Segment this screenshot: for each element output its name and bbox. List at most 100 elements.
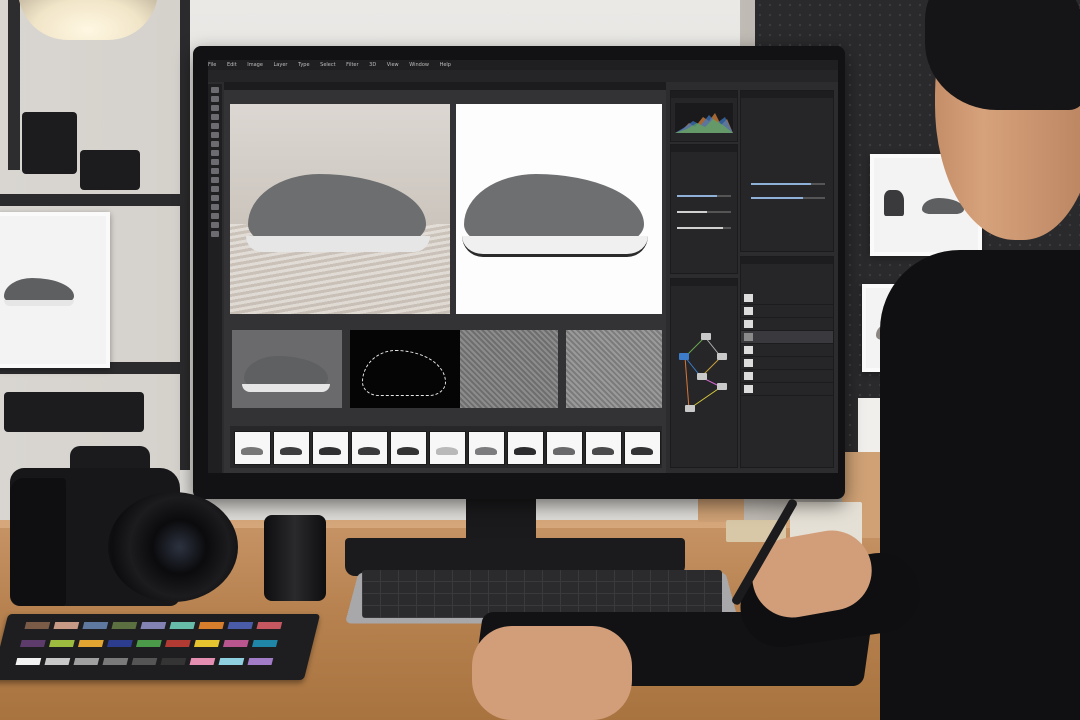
swatch (227, 622, 254, 629)
hand-tool-icon[interactable] (211, 222, 219, 228)
layer-row[interactable] (741, 292, 833, 305)
zoom-tool-icon[interactable] (211, 231, 219, 237)
layer-row[interactable] (741, 344, 833, 357)
sneaker-sole (462, 236, 648, 257)
pen-tool-icon[interactable] (211, 195, 219, 201)
swatch (218, 658, 245, 665)
swatch (223, 640, 249, 647)
sneaker (319, 447, 341, 455)
graph-node[interactable] (697, 373, 707, 380)
step-thumbnail-texture-detail[interactable] (566, 330, 662, 408)
dodge-tool-icon[interactable] (211, 186, 219, 192)
original-photo[interactable] (230, 104, 450, 314)
lens-on-shelf (22, 112, 77, 174)
swatch (160, 658, 187, 665)
histogram-graph (675, 103, 733, 133)
sneaker (553, 447, 575, 455)
slider-fill (677, 211, 707, 213)
crop-tool-icon[interactable] (211, 123, 219, 129)
gradient-tool-icon[interactable] (211, 177, 219, 183)
slider-fill (751, 183, 811, 185)
stamp-tool-icon[interactable] (211, 159, 219, 165)
swatch (107, 640, 133, 647)
menu-item[interactable]: Filter (346, 62, 358, 68)
sneaker-print (0, 212, 110, 368)
slider-fill (751, 197, 803, 199)
move-tool-icon[interactable] (211, 87, 219, 93)
film-frame[interactable] (507, 431, 544, 465)
graph-node[interactable] (717, 383, 727, 390)
film-frame[interactable] (546, 431, 583, 465)
menu-item[interactable]: Image (247, 62, 263, 68)
slider-fill (677, 227, 723, 229)
layer-row[interactable] (741, 383, 833, 396)
film-frame[interactable] (585, 431, 622, 465)
camera-grip (10, 478, 66, 606)
histogram-panel (670, 90, 738, 142)
panel-title (741, 91, 833, 98)
sneaker (280, 447, 302, 455)
left-hand (472, 626, 632, 720)
step-thumbnail-texture[interactable] (460, 330, 558, 408)
marquee-tool-icon[interactable] (211, 96, 219, 102)
graph-node[interactable] (685, 405, 695, 412)
gear-on-shelf (4, 392, 144, 432)
layer-row[interactable] (741, 370, 833, 383)
lasso-tool-icon[interactable] (211, 105, 219, 111)
step-thumbnail-mask[interactable] (350, 330, 460, 408)
swatch (140, 622, 167, 629)
panel-title (671, 91, 737, 98)
sneaker-sole (246, 236, 430, 252)
selection-outline (362, 350, 446, 396)
layer-row[interactable] (741, 318, 833, 331)
color-checker-card (0, 614, 321, 680)
heal-tool-icon[interactable] (211, 141, 219, 147)
layer-row[interactable] (741, 357, 833, 370)
film-frame[interactable] (624, 431, 661, 465)
lamp-arm (8, 0, 20, 170)
film-frame[interactable] (312, 431, 349, 465)
menu-item[interactable]: View (387, 62, 399, 68)
layer-row-selected[interactable] (741, 331, 833, 344)
film-frame[interactable] (273, 431, 310, 465)
menu-item[interactable]: Select (320, 62, 335, 68)
eraser-tool-icon[interactable] (211, 168, 219, 174)
film-frame[interactable] (429, 431, 466, 465)
eyedropper-tool-icon[interactable] (211, 132, 219, 138)
menu-item[interactable]: Type (298, 62, 309, 68)
type-tool-icon[interactable] (211, 204, 219, 210)
film-frame[interactable] (234, 431, 271, 465)
keyboard-keys (362, 570, 722, 618)
sneaker (358, 447, 380, 455)
graph-node[interactable] (679, 353, 689, 360)
retouched-photo[interactable] (456, 104, 662, 314)
graph-node[interactable] (701, 333, 711, 340)
menu-item[interactable]: File (208, 62, 216, 68)
menu-item[interactable]: Help (440, 62, 451, 68)
film-frame[interactable] (468, 431, 505, 465)
shape-tool-icon[interactable] (211, 213, 219, 219)
menu-item[interactable]: 3D (369, 62, 376, 68)
select-tool-icon[interactable] (211, 114, 219, 120)
layer-thumbnail (744, 307, 753, 315)
menu-item[interactable]: Edit (227, 62, 237, 68)
menu-item[interactable]: Layer (274, 62, 288, 68)
sneaker (436, 447, 458, 455)
layer-row[interactable] (741, 305, 833, 318)
film-frame[interactable] (390, 431, 427, 465)
menu-bar: File Edit Image Layer Type Select Filter… (208, 60, 838, 70)
sneaker (241, 447, 263, 455)
document-tab[interactable] (224, 82, 666, 90)
step-thumbnail-gray-bg[interactable] (232, 330, 342, 408)
camera-on-shelf (80, 150, 140, 190)
menu-item[interactable]: Window (409, 62, 429, 68)
shelf-post (180, 0, 190, 470)
color-swatches (14, 622, 296, 672)
layer-thumbnail (744, 320, 753, 328)
shelf (0, 194, 190, 206)
brush-tool-icon[interactable] (211, 150, 219, 156)
graph-node[interactable] (717, 353, 727, 360)
sneaker (397, 447, 419, 455)
film-frame[interactable] (351, 431, 388, 465)
swatch (247, 658, 274, 665)
